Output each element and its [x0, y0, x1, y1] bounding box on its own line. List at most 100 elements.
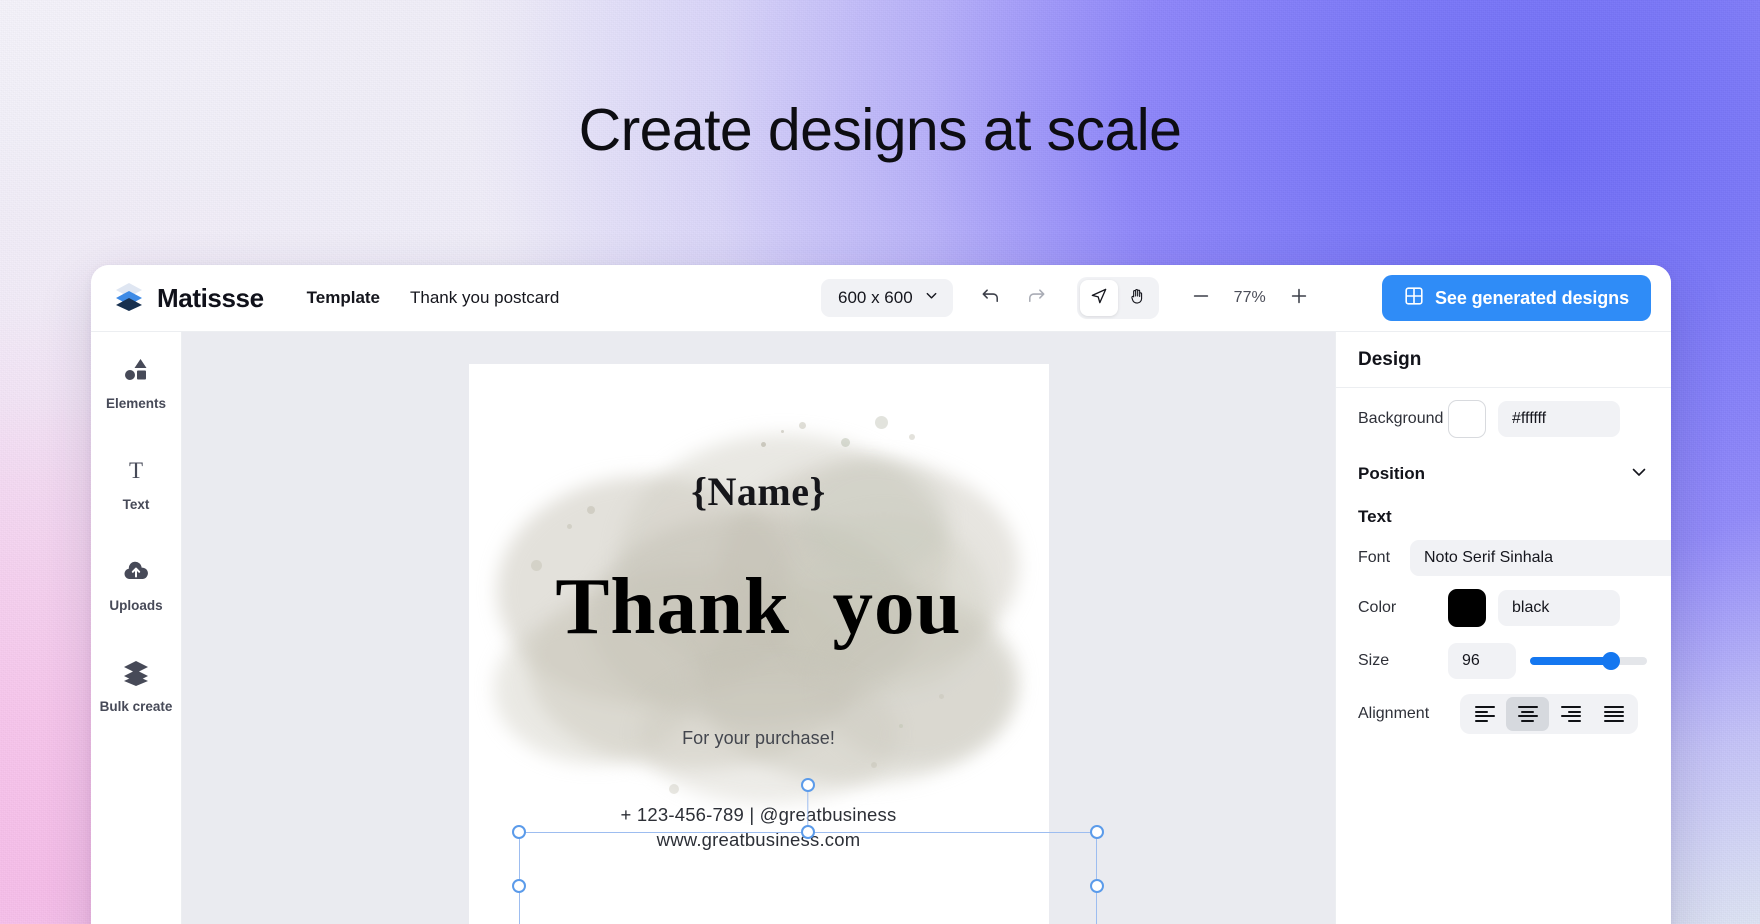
redo-arrow-icon — [1025, 284, 1048, 312]
page-headline: Create designs at scale — [578, 97, 1182, 163]
font-value: Noto Serif Sinhala — [1424, 549, 1553, 566]
text-section-label: Text — [1358, 507, 1392, 526]
selection-frame — [512, 778, 1104, 924]
text-section-row: Text — [1336, 498, 1671, 536]
pointer-mode-group — [1076, 277, 1159, 319]
app-body: Elements T Text Uploads Bulk create {Nam… — [91, 332, 1671, 924]
background-hex-value: #ffffff — [1512, 410, 1547, 427]
resize-handle-middle-right[interactable] — [1090, 879, 1104, 893]
text-color-value: black — [1512, 599, 1550, 616]
sidebar-label-text: Text — [122, 497, 150, 512]
design-panel: Design Background #ffffff Position Text — [1335, 332, 1671, 924]
select-tool-button[interactable] — [1079, 280, 1118, 316]
font-label: Font — [1358, 549, 1391, 566]
chevron-down-icon[interactable] — [1629, 462, 1649, 487]
artboard-contact-text[interactable]: + 123-456-789 | @greatbusiness — [469, 804, 1049, 826]
canvas-size-value: 600 x 600 — [838, 288, 913, 307]
artboard-subtitle-text[interactable]: For your purchase! — [469, 728, 1049, 749]
canvas-size-select[interactable]: 600 x 600 — [821, 279, 953, 317]
color-row: Color black — [1336, 580, 1671, 636]
selection-outline — [519, 832, 1097, 924]
text-t-icon: T — [121, 455, 151, 490]
background-color-swatch[interactable] — [1448, 400, 1486, 438]
zoom-in-button[interactable] — [1279, 278, 1319, 318]
sidebar-item-text[interactable]: T Text — [93, 455, 179, 512]
sidebar-item-bulk-create[interactable]: Bulk create — [93, 657, 179, 714]
text-color-swatch[interactable] — [1448, 589, 1486, 627]
resize-handle-top-right[interactable] — [1090, 825, 1104, 839]
minus-icon — [1190, 285, 1212, 312]
hand-icon — [1127, 286, 1147, 311]
svg-text:T: T — [129, 458, 143, 483]
grid-icon — [1404, 286, 1424, 311]
sidebar-item-uploads[interactable]: Uploads — [93, 556, 179, 613]
redo-button[interactable] — [1017, 278, 1057, 318]
panel-title: Design — [1336, 332, 1671, 388]
sidebar-label-bulk-create: Bulk create — [99, 699, 173, 714]
zoom-out-button[interactable] — [1181, 278, 1221, 318]
background-label: Background — [1358, 410, 1444, 427]
canvas-workspace[interactable]: {Name} Thank you For your purchase! + 12… — [182, 332, 1335, 924]
resize-handle-middle-left[interactable] — [512, 879, 526, 893]
sidebar-label-uploads: Uploads — [109, 598, 163, 613]
resize-handle-top-center[interactable] — [801, 825, 815, 839]
rotate-handle[interactable] — [801, 778, 815, 792]
align-center-icon — [1517, 704, 1538, 724]
left-sidebar: Elements T Text Uploads Bulk create — [91, 332, 182, 924]
slider-knob[interactable] — [1601, 652, 1620, 670]
breadcrumb: Template Thank you postcard — [307, 288, 560, 308]
shapes-icon — [121, 354, 151, 389]
align-justify-button[interactable] — [1592, 697, 1635, 731]
artboard-headline-text[interactable]: Thank you — [469, 560, 1049, 653]
sidebar-item-elements[interactable]: Elements — [93, 354, 179, 411]
nav-template[interactable]: Template — [307, 288, 380, 308]
size-label: Size — [1358, 652, 1390, 669]
align-center-button[interactable] — [1506, 697, 1549, 731]
page-root: Create designs at scale Matissse Templat… — [0, 0, 1760, 924]
layers-icon — [113, 280, 145, 317]
toolbar-controls: 600 x 600 77% — [821, 277, 1319, 319]
color-label: Color — [1358, 599, 1397, 616]
nav-document-title[interactable]: Thank you postcard — [410, 288, 559, 308]
alignment-row: Alignment — [1336, 686, 1671, 742]
text-color-input[interactable]: black — [1498, 590, 1620, 626]
brand-name: Matissse — [157, 282, 264, 313]
artboard-name-placeholder[interactable]: {Name} — [469, 468, 1049, 515]
chevron-down-icon — [924, 288, 939, 308]
cta-label: See generated designs — [1435, 287, 1629, 308]
zoom-controls: 77% — [1181, 278, 1319, 318]
background-hex-input[interactable]: #ffffff — [1498, 401, 1620, 437]
alignment-label: Alignment — [1358, 705, 1430, 722]
brand[interactable]: Matissse — [113, 280, 264, 317]
font-size-input[interactable]: 96 — [1448, 643, 1516, 679]
align-left-button[interactable] — [1463, 697, 1506, 731]
cloud-upload-icon — [121, 556, 151, 591]
plus-icon — [1288, 285, 1310, 312]
app-window: Matissse Template Thank you postcard 600… — [91, 265, 1671, 924]
see-generated-designs-button[interactable]: See generated designs — [1382, 275, 1651, 321]
font-size-value: 96 — [1462, 652, 1480, 669]
position-section-row[interactable]: Position — [1336, 450, 1671, 498]
hand-tool-button[interactable] — [1118, 280, 1156, 316]
background-row: Background #ffffff — [1336, 388, 1671, 450]
undo-arrow-icon — [979, 284, 1002, 312]
position-label: Position — [1358, 464, 1426, 483]
undo-button[interactable] — [971, 278, 1011, 318]
zoom-level: 77% — [1233, 289, 1266, 306]
font-select[interactable]: Noto Serif Sinhala — [1410, 540, 1671, 576]
sidebar-label-elements: Elements — [105, 396, 167, 411]
cursor-arrow-icon — [1089, 286, 1109, 311]
slider-fill — [1530, 657, 1611, 665]
history-controls — [971, 278, 1057, 318]
stacked-layers-icon — [121, 657, 151, 692]
font-size-slider[interactable] — [1530, 651, 1647, 671]
font-row: Font Noto Serif Sinhala — [1336, 536, 1671, 580]
align-justify-icon — [1603, 704, 1624, 724]
alignment-button-group — [1460, 694, 1638, 734]
align-right-icon — [1560, 704, 1581, 724]
resize-handle-top-left[interactable] — [512, 825, 526, 839]
align-right-button[interactable] — [1549, 697, 1592, 731]
size-row: Size 96 — [1336, 636, 1671, 686]
align-left-icon — [1474, 704, 1495, 724]
top-toolbar: Matissse Template Thank you postcard 600… — [91, 265, 1671, 332]
